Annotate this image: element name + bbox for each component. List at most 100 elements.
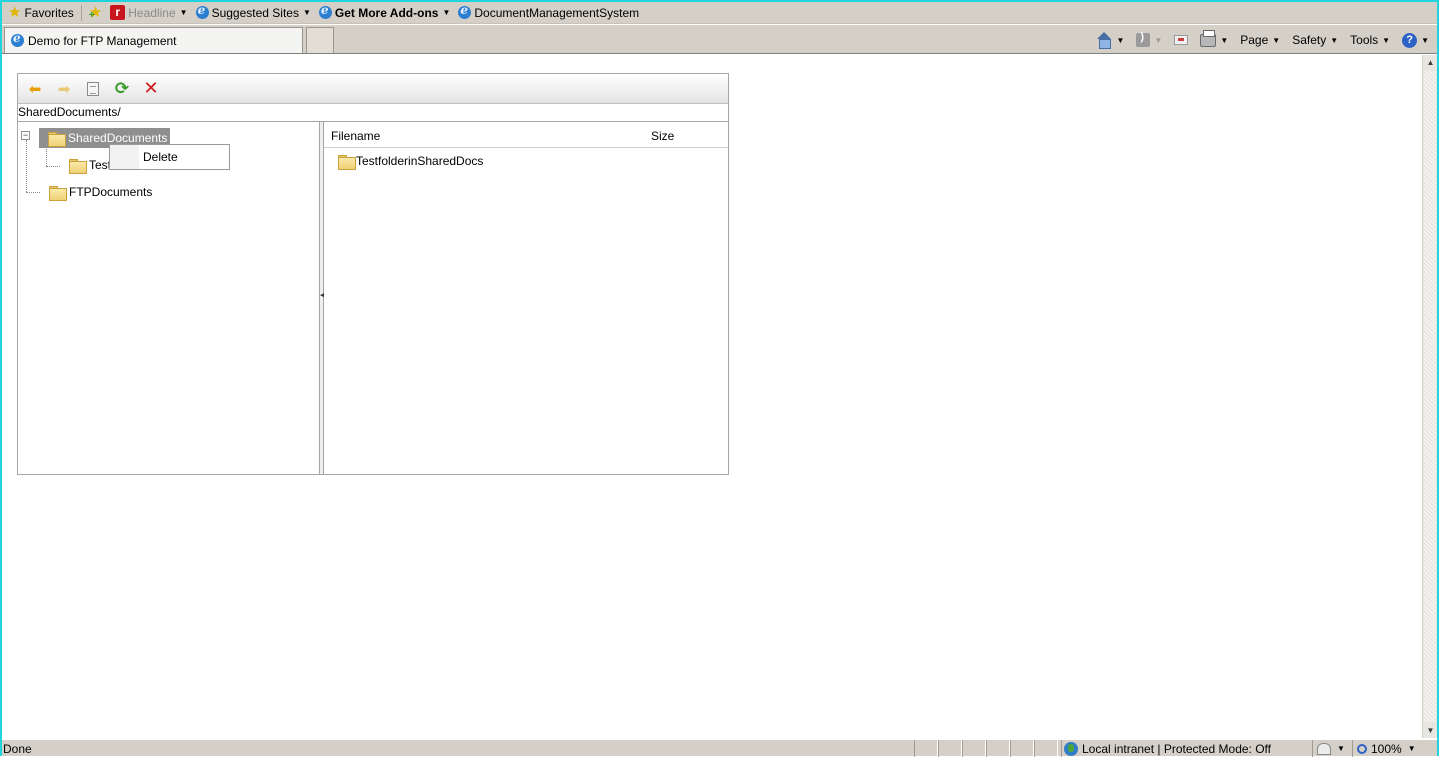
fav-item-headline[interactable]: r Headline ▼ (106, 3, 191, 23)
ie-icon (11, 31, 24, 47)
tree-line (26, 140, 27, 192)
chevron-down-icon: ▼ (179, 8, 188, 17)
column-header-size[interactable]: Size (651, 129, 674, 143)
file-manager-toolbar: ⬅ ➡ ⟳ ✕ (18, 74, 728, 104)
folder-tree: − SharedDocuments Test FTPDocuments (18, 122, 319, 474)
favorites-bar: ★ Favorites ★ r Headline ▼ Suggested Sit… (2, 2, 1437, 24)
help-button[interactable]: ? ▼ (1396, 29, 1435, 51)
feed-icon (1136, 31, 1151, 47)
delete-icon: ✕ (143, 78, 159, 98)
folder-icon (338, 154, 356, 170)
command-bar: Demo for FTP Management ▼ ▼ ▼ Page ▼ Saf… (2, 25, 1437, 54)
scroll-track[interactable] (1424, 71, 1436, 722)
tab-active[interactable]: Demo for FTP Management (4, 27, 303, 53)
tab-title: Demo for FTP Management (28, 33, 177, 48)
status-pane (1034, 740, 1058, 757)
folder-icon (49, 185, 67, 201)
tree-node-ftp-documents[interactable]: FTPDocuments (49, 182, 152, 202)
list-item-name: TestfolderinSharedDocs (356, 154, 484, 168)
status-pane (938, 740, 962, 757)
file-list-header: Filename Size (324, 122, 728, 148)
context-menu-gutter (110, 145, 139, 169)
fav-item-label: Suggested Sites (211, 5, 299, 20)
tree-node-test-folder[interactable]: Test (69, 155, 111, 175)
back-icon: ⬅ (28, 80, 42, 98)
new-tab-button[interactable] (306, 27, 334, 53)
tree-line (46, 146, 47, 166)
help-icon: ? (1402, 32, 1418, 48)
tree-node-label: Test (89, 158, 112, 172)
headline-icon: r (110, 5, 126, 20)
status-pane (962, 740, 986, 757)
print-button[interactable]: ▼ (1194, 29, 1234, 51)
properties-button[interactable] (82, 78, 104, 100)
forward-icon: ➡ (57, 80, 71, 98)
delete-button[interactable]: ✕ (140, 78, 162, 100)
context-menu: Delete (109, 144, 230, 170)
column-header-filename[interactable]: Filename (331, 129, 380, 143)
chevron-down-icon: ▼ (1382, 35, 1391, 45)
file-list: Filename Size TestfolderinSharedDocs (324, 122, 728, 474)
tree-node-label: FTPDocuments (69, 185, 153, 199)
folder-icon (69, 158, 87, 174)
protected-mode-button[interactable]: ▼ (1312, 740, 1349, 757)
favorites-label: Favorites (24, 5, 74, 20)
mail-icon (1174, 35, 1189, 45)
chevron-down-icon: ▼ (1337, 744, 1345, 753)
ie-icon (318, 3, 332, 19)
star-icon: ★ (8, 4, 22, 21)
refresh-button[interactable]: ⟳ (111, 78, 133, 100)
properties-icon (87, 81, 99, 96)
status-pane (1010, 740, 1034, 757)
tree-line (26, 192, 40, 193)
safety-menu-button[interactable]: Safety ▼ (1286, 29, 1344, 51)
chevron-down-icon: ▼ (1407, 744, 1416, 753)
add-to-favorites-bar-button[interactable]: ★ (85, 3, 106, 23)
globe-icon (1064, 741, 1078, 756)
current-path: SharedDocuments/ (18, 104, 728, 122)
scroll-up-icon[interactable]: ▲ (1423, 55, 1438, 70)
chevron-down-icon: ▼ (442, 8, 451, 17)
fav-item-get-more-addons[interactable]: Get More Add-ons ▼ (315, 3, 454, 23)
chevron-down-icon: ▼ (302, 8, 311, 17)
chevron-down-icon: ▼ (1330, 35, 1339, 45)
fav-item-suggested-sites[interactable]: Suggested Sites ▼ (192, 3, 315, 23)
print-icon (1200, 29, 1217, 47)
list-item[interactable]: TestfolderinSharedDocs (338, 154, 484, 170)
safety-menu-label: Safety (1292, 33, 1327, 47)
home-button[interactable]: ▼ (1090, 29, 1130, 51)
folder-icon (48, 131, 66, 147)
read-mail-button[interactable] (1168, 29, 1194, 51)
feeds-button[interactable]: ▼ (1130, 29, 1168, 51)
security-zone[interactable]: Local intranet | Protected Mode: Off (1061, 740, 1271, 757)
chevron-down-icon: ▼ (1220, 35, 1229, 45)
add-favorite-icon: ★ (89, 5, 102, 23)
file-manager: ⬅ ➡ ⟳ ✕ SharedDocuments/ − SharedDocumen… (17, 73, 729, 475)
fav-item-label: DocumentManagementSystem (474, 5, 640, 20)
chevron-down-icon: ▼ (1272, 35, 1281, 45)
zoom-button[interactable]: 100% ▼ (1352, 740, 1416, 757)
page-scrollbar[interactable]: ▲ ▼ (1422, 55, 1437, 738)
status-pane (986, 740, 1010, 757)
ie-icon (458, 3, 472, 19)
fav-item-document-management-system[interactable]: DocumentManagementSystem (454, 3, 643, 23)
shield-icon (1317, 742, 1331, 755)
chevron-down-icon: ▼ (1421, 35, 1429, 45)
refresh-icon: ⟳ (114, 78, 130, 98)
forward-button[interactable]: ➡ (53, 78, 75, 100)
page-menu-label: Page (1240, 33, 1269, 47)
tools-menu-button[interactable]: Tools ▼ (1344, 29, 1396, 51)
favorites-button[interactable]: ★ Favorites (4, 3, 78, 23)
status-bar: Done Local intranet | Protected Mode: Of… (2, 739, 1437, 757)
tree-line (46, 166, 60, 167)
collapse-toggle[interactable]: − (21, 131, 30, 140)
status-pane (914, 740, 938, 757)
tools-menu-label: Tools (1350, 33, 1379, 47)
chevron-down-icon: ▼ (1154, 35, 1163, 45)
collapse-arrow-icon[interactable]: ◀ (320, 290, 325, 302)
context-menu-item-delete[interactable]: Delete (143, 150, 178, 164)
command-buttons: ▼ ▼ ▼ Page ▼ Safety ▼ Tools ▼ ? ▼ (1090, 28, 1435, 52)
back-button[interactable]: ⬅ (24, 78, 46, 100)
scroll-down-icon[interactable]: ▼ (1423, 723, 1438, 738)
page-menu-button[interactable]: Page ▼ (1234, 29, 1286, 51)
